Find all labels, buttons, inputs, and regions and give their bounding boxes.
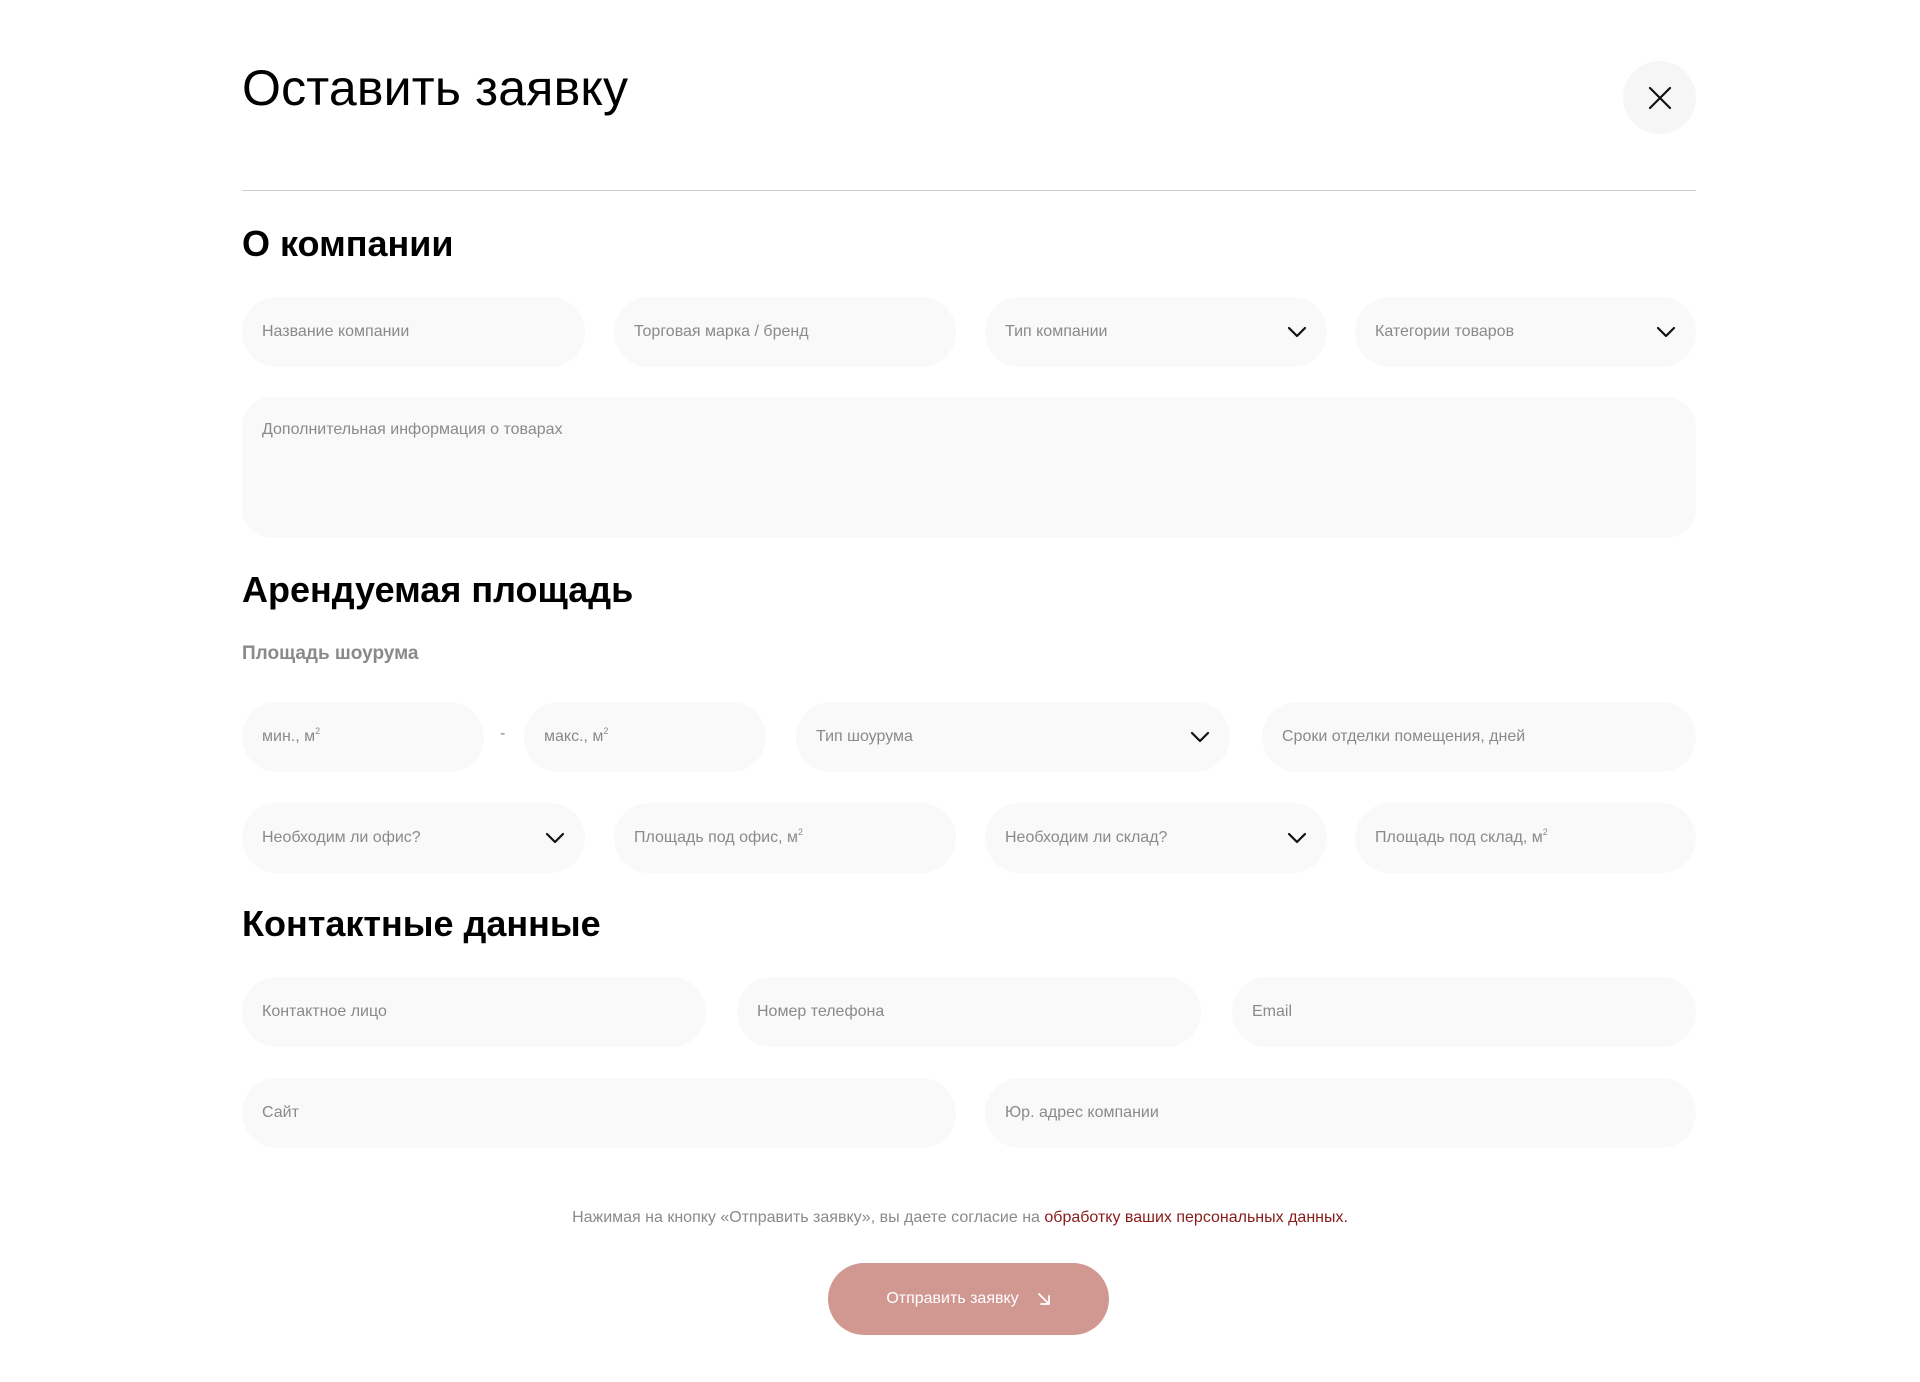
brand-input[interactable]: Торговая марка / бренд xyxy=(614,297,956,367)
warehouse-needed-label: Необходим ли склад? xyxy=(1005,829,1168,846)
company-type-label: Тип компании xyxy=(1005,323,1108,340)
arrow-down-right-icon xyxy=(1037,1293,1050,1305)
phone-input[interactable]: Номер телефона xyxy=(737,977,1201,1047)
privacy-policy-link[interactable]: обработку ваших персональных данных. xyxy=(1044,1209,1348,1226)
chevron-down-icon xyxy=(1656,326,1676,338)
company-name-input[interactable]: Название компании xyxy=(242,297,585,367)
section-title-company: О компании xyxy=(242,223,454,264)
chevron-down-icon xyxy=(1190,731,1210,743)
submit-label: Отправить заявку xyxy=(886,1290,1019,1307)
close-icon xyxy=(1648,86,1671,109)
office-needed-label: Необходим ли офис? xyxy=(262,829,421,846)
chevron-down-icon xyxy=(545,832,565,844)
section-title-contacts: Контактные данные xyxy=(242,903,601,944)
warehouse-needed-select[interactable]: Необходим ли склад? xyxy=(985,803,1327,873)
office-needed-select[interactable]: Необходим ли офис? xyxy=(242,803,585,873)
showroom-min-input[interactable]: мин., м2 xyxy=(242,702,484,772)
brand-placeholder: Торговая марка / бренд xyxy=(634,323,809,340)
extra-info-placeholder: Дополнительная информация о товарах xyxy=(262,421,563,438)
finishing-days-placeholder: Сроки отделки помещения, дней xyxy=(1282,728,1526,745)
phone-placeholder: Номер телефона xyxy=(757,1003,885,1020)
legal-address-placeholder: Юр. адрес компании xyxy=(1005,1104,1159,1121)
chevron-down-icon xyxy=(1287,326,1307,338)
showroom-type-label: Тип шоурума xyxy=(816,728,913,745)
consent-text-body: Нажимая на кнопку «Отправить заявку», вы… xyxy=(572,1209,1045,1226)
legal-address-input[interactable]: Юр. адрес компании xyxy=(985,1078,1696,1148)
modal-title: Оставить заявку xyxy=(242,60,629,116)
email-input[interactable]: Email xyxy=(1232,977,1696,1047)
contact-person-placeholder: Контактное лицо xyxy=(262,1003,387,1020)
product-categories-label: Категории товаров xyxy=(1375,323,1515,340)
header-divider xyxy=(242,190,1696,191)
showroom-area-label: Площадь шоурума xyxy=(242,643,419,664)
section-title-area: Арендуемая площадь xyxy=(242,569,634,610)
warehouse-area-placeholder: Площадь под склад, м2 xyxy=(1375,827,1548,846)
warehouse-area-input[interactable]: Площадь под склад, м2 xyxy=(1355,803,1696,873)
range-separator: - xyxy=(500,725,506,742)
office-area-placeholder: Площадь под офис, м2 xyxy=(634,827,803,846)
showroom-max-placeholder: макс., м2 xyxy=(544,726,609,745)
showroom-min-placeholder: мин., м2 xyxy=(262,726,321,745)
email-placeholder: Email xyxy=(1252,1003,1293,1020)
consent-text: Нажимая на кнопку «Отправить заявку», вы… xyxy=(0,1209,1920,1227)
product-categories-select[interactable]: Категории товаров xyxy=(1355,297,1696,367)
site-input[interactable]: Сайт xyxy=(242,1078,956,1148)
close-button[interactable] xyxy=(1623,61,1696,134)
chevron-down-icon xyxy=(1287,832,1307,844)
submit-application-button[interactable]: Отправить заявку xyxy=(828,1263,1109,1335)
office-area-input[interactable]: Площадь под офис, м2 xyxy=(614,803,956,873)
company-name-placeholder: Название компании xyxy=(262,323,410,340)
site-placeholder: Сайт xyxy=(262,1104,299,1121)
company-type-select[interactable]: Тип компании xyxy=(985,297,1327,367)
application-modal: Оставить заявку О компании Название комп… xyxy=(0,0,1920,1382)
contact-person-input[interactable]: Контактное лицо xyxy=(242,977,706,1047)
showroom-type-select[interactable]: Тип шоурума xyxy=(796,702,1230,772)
finishing-days-input[interactable]: Сроки отделки помещения, дней xyxy=(1262,702,1696,772)
showroom-max-input[interactable]: макс., м2 xyxy=(524,702,766,772)
extra-info-textarea[interactable]: Дополнительная информация о товарах xyxy=(242,397,1696,538)
